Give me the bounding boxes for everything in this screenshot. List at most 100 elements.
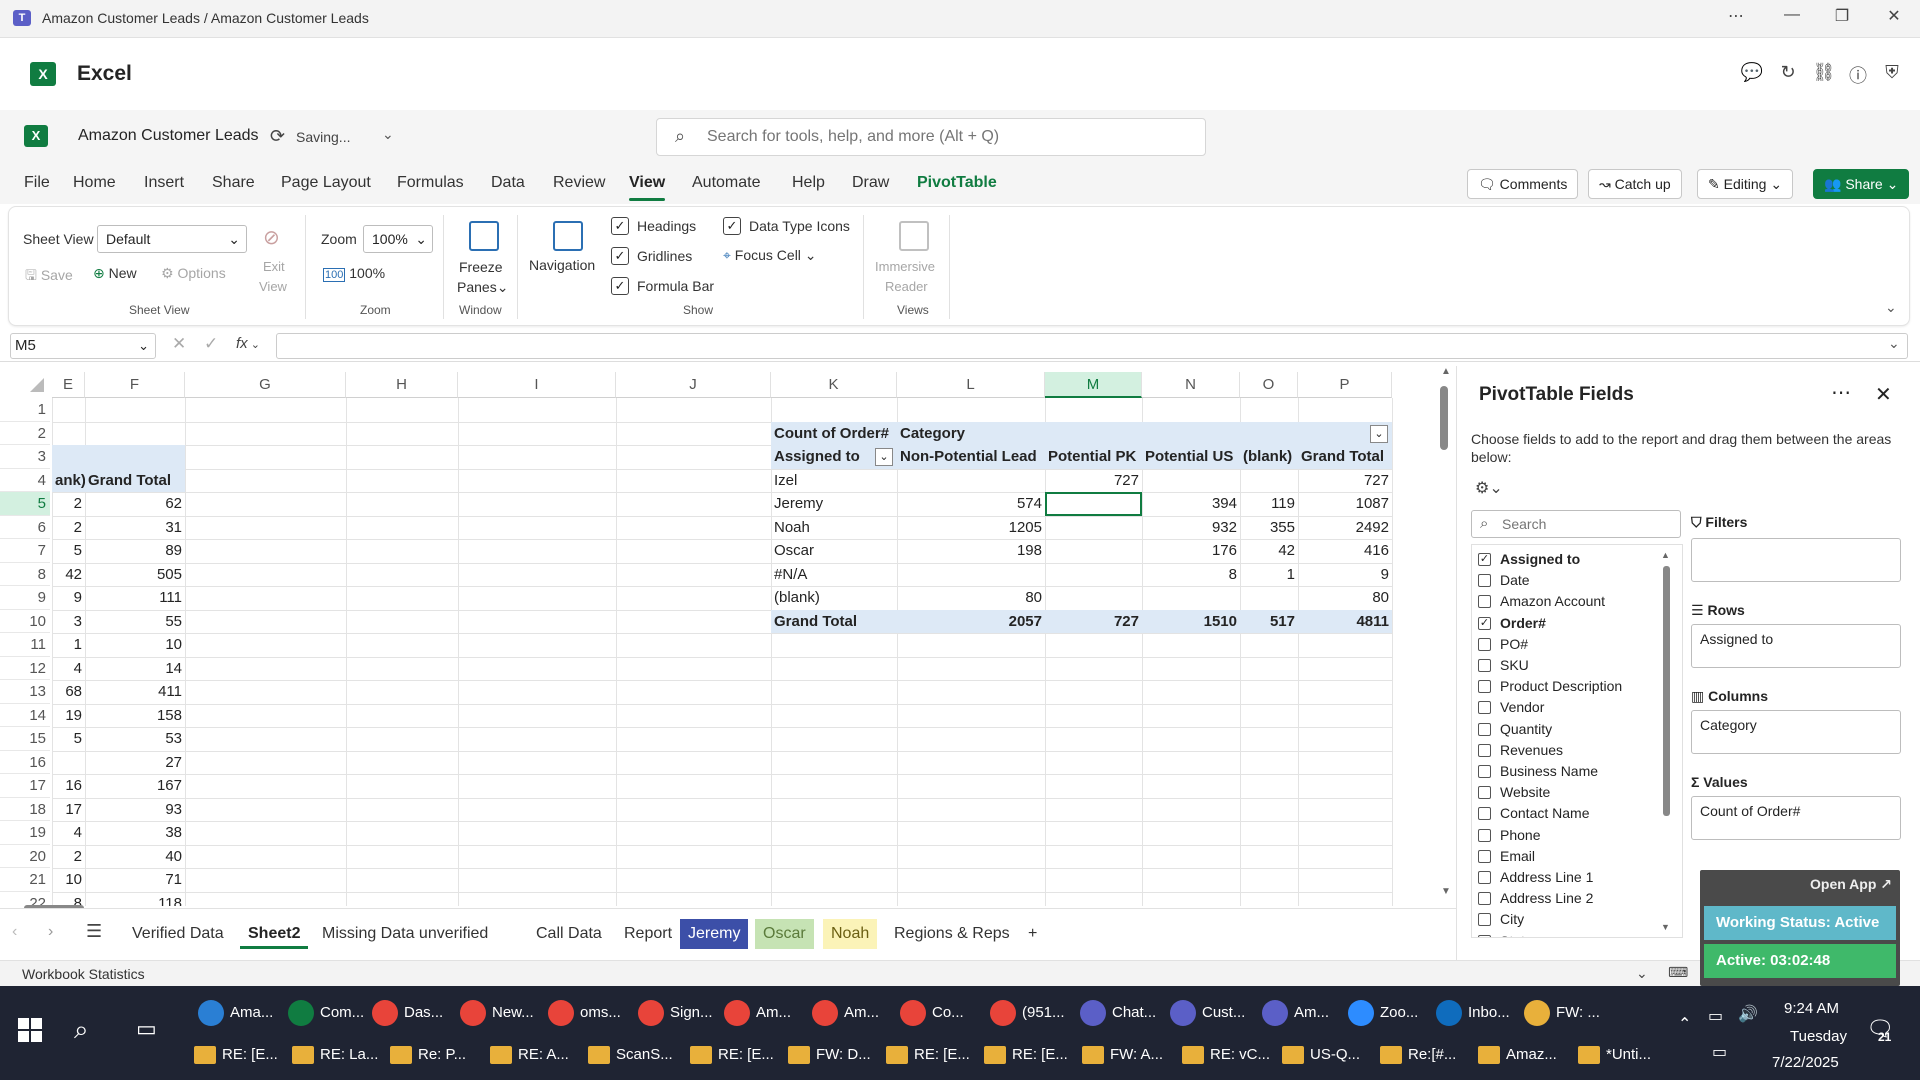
cell-p3[interactable]: Grand Total	[1298, 445, 1392, 469]
tab-automate[interactable]: Automate	[692, 174, 760, 192]
sheet-tab-oscar[interactable]: Oscar	[755, 919, 814, 949]
columns-area[interactable]: Category	[1691, 710, 1901, 754]
network-icon[interactable]: ▭	[1712, 1042, 1727, 1062]
cell-f15[interactable]: 53	[85, 727, 185, 751]
field-checkbox[interactable]	[1478, 765, 1491, 778]
cell-l3[interactable]: Non-Potential Lead	[897, 445, 1045, 469]
sheet-tab-verified-data[interactable]: Verified Data	[124, 919, 232, 949]
cell-f11[interactable]: 10	[85, 633, 185, 657]
cell-m6[interactable]	[1045, 516, 1142, 540]
tab-insert[interactable]: Insert	[144, 174, 184, 192]
cell-e9[interactable]: 9	[52, 586, 85, 610]
cell-e21[interactable]: 10	[52, 868, 85, 892]
taskbar-app[interactable]: Co...	[932, 1004, 964, 1021]
taskbar-app[interactable]: Ama...	[230, 1004, 273, 1021]
keyboard-icon[interactable]: ⌨	[1668, 964, 1688, 981]
taskbar-app[interactable]: oms...	[580, 1004, 621, 1021]
taskbar-window[interactable]: FW: D...	[816, 1046, 871, 1063]
scroll-up-icon[interactable]: ▲	[1441, 366, 1451, 377]
taskbar-window[interactable]: Re: P...	[418, 1046, 466, 1063]
row-header-1[interactable]: 1	[0, 398, 50, 422]
field-checkbox[interactable]	[1478, 934, 1491, 937]
cell-f8[interactable]: 505	[85, 563, 185, 587]
maximize-icon[interactable]: ❐	[1822, 6, 1862, 26]
field-checkbox[interactable]	[1478, 659, 1491, 672]
taskbar-app[interactable]: FW: ...	[1556, 1004, 1600, 1021]
field-checkbox[interactable]	[1478, 637, 1491, 651]
headings-checkbox[interactable]	[611, 217, 629, 235]
sheet-tab-jeremy[interactable]: Jeremy	[680, 919, 749, 949]
cell-f7[interactable]: 89	[85, 539, 185, 563]
cell-f9[interactable]: 111	[85, 586, 185, 610]
row-header-10[interactable]: 10	[0, 610, 50, 633]
cell-p4[interactable]: 727	[1298, 469, 1392, 493]
row-header-18[interactable]: 18	[0, 798, 50, 821]
cell-n4[interactable]	[1142, 469, 1240, 493]
focus-cell-button[interactable]: ⌖ Focus Cell ⌄	[723, 247, 817, 264]
taskbar-window[interactable]: RE: [E...	[1012, 1046, 1068, 1063]
field-scroll-thumb[interactable]	[1663, 566, 1670, 816]
column-header-n[interactable]: N	[1142, 372, 1240, 398]
cell-k8[interactable]: #N/A	[771, 563, 897, 587]
field-checkbox[interactable]	[1478, 913, 1491, 927]
field-checkbox[interactable]	[1478, 849, 1491, 863]
scroll-down-icon[interactable]: ▼	[1441, 886, 1451, 897]
sheet-view-select[interactable]: Default ⌄	[97, 225, 247, 253]
chevron-down-icon[interactable]: ⌄	[1636, 965, 1648, 982]
row-header-16[interactable]: 16	[0, 751, 50, 774]
row-header-3[interactable]: 3	[0, 445, 50, 469]
sheet-tab-report[interactable]: Report	[616, 919, 680, 949]
task-view-icon[interactable]: ▭	[136, 1016, 157, 1042]
cell-o10[interactable]: 517	[1240, 609, 1298, 633]
cell-n6[interactable]: 932	[1142, 516, 1240, 540]
row-header-17[interactable]: 17	[0, 774, 50, 798]
taskbar-window[interactable]: US-Q...	[1310, 1046, 1360, 1063]
field-scroll-down-icon[interactable]: ▼	[1661, 922, 1670, 932]
field-search-box[interactable]: ⌕	[1471, 510, 1681, 538]
row-header-19[interactable]: 19	[0, 821, 50, 845]
search-input[interactable]	[707, 128, 1187, 146]
windows-start-icon[interactable]	[18, 1018, 42, 1042]
cell-f14[interactable]: 158	[85, 704, 185, 728]
rows-area[interactable]: Assigned to	[1691, 624, 1901, 668]
row-header-14[interactable]: 14	[0, 704, 50, 727]
row-header-7[interactable]: 7	[0, 539, 50, 563]
cell-e11[interactable]: 1	[52, 633, 85, 657]
row-header-5[interactable]: 5	[0, 492, 50, 516]
row-header-2[interactable]: 2	[0, 422, 50, 445]
field-search-input[interactable]	[1502, 516, 1672, 532]
vertical-scrollbar[interactable]: ▲ ▼	[1438, 366, 1452, 906]
tab-data[interactable]: Data	[491, 174, 525, 192]
cell-p7[interactable]: 416	[1298, 539, 1392, 563]
workbook-statistics[interactable]: Workbook Statistics	[22, 966, 145, 982]
row-header-4[interactable]: 4	[0, 469, 50, 492]
taskbar-window[interactable]: RE: [E...	[222, 1046, 278, 1063]
cell-k4[interactable]: Izel	[771, 469, 897, 493]
taskbar-window[interactable]: Amaz...	[1506, 1046, 1557, 1063]
cell-l2[interactable]: Category	[897, 421, 1392, 445]
select-all-corner[interactable]	[30, 378, 44, 392]
cell-f10[interactable]: 55	[85, 610, 185, 634]
add-sheet-button[interactable]: +	[1020, 919, 1045, 949]
cell-f13[interactable]: 411	[85, 680, 185, 704]
field-checkbox[interactable]	[1478, 892, 1491, 906]
cell-k2[interactable]: Count of Order#	[771, 421, 897, 445]
cell-l10[interactable]: 2057	[897, 609, 1045, 633]
taskbar-window[interactable]: *Unti...	[1606, 1046, 1651, 1063]
tab-review[interactable]: Review	[553, 174, 605, 192]
cell-o4[interactable]	[1240, 469, 1298, 493]
tab-formulas[interactable]: Formulas	[397, 174, 464, 192]
tab-home[interactable]: Home	[73, 174, 116, 192]
taskbar-app[interactable]: Cust...	[1202, 1004, 1245, 1021]
formula-bar-checkbox[interactable]	[611, 277, 629, 295]
taskbar-app[interactable]: New...	[492, 1004, 534, 1021]
cell-f5[interactable]: 62	[85, 492, 185, 516]
taskbar-window[interactable]: RE: La...	[320, 1046, 378, 1063]
cell-k5[interactable]: Jeremy	[771, 492, 897, 516]
cell-e19[interactable]: 4	[52, 821, 85, 845]
enter-icon[interactable]: ✓	[204, 334, 218, 354]
clock-time[interactable]: 9:24 AM	[1784, 1000, 1839, 1017]
close-pane-icon[interactable]: ✕	[1875, 382, 1892, 407]
sheet-tab-noah[interactable]: Noah	[823, 919, 878, 949]
taskbar-window[interactable]: RE: A...	[518, 1046, 569, 1063]
